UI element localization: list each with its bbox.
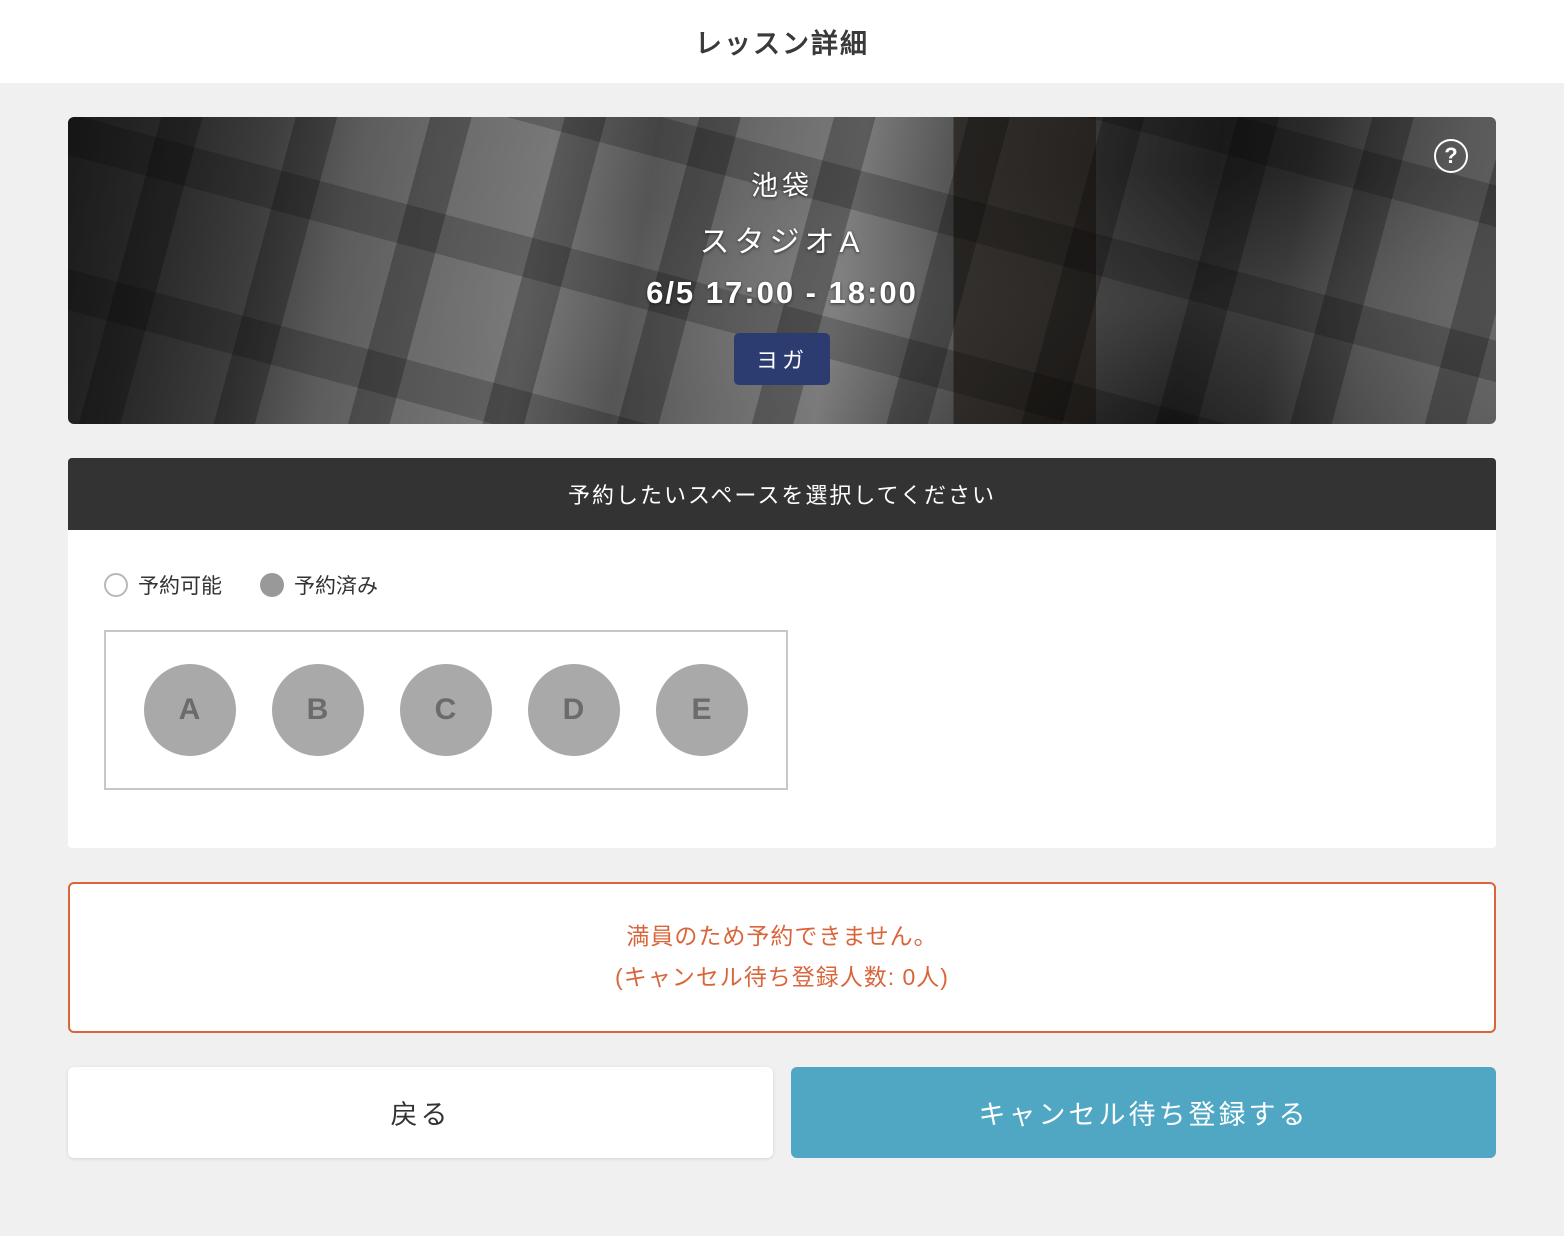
instruction-bar: 予約したいスペースを選択してください xyxy=(68,458,1496,530)
action-buttons: 戻る キャンセル待ち登録する xyxy=(68,1067,1496,1158)
main-container: ? 池袋 スタジオA 6/5 17:00 - 18:00 ヨガ 予約したいスペー… xyxy=(0,83,1564,1198)
space-slot[interactable]: E xyxy=(656,664,748,756)
space-slot[interactable]: D xyxy=(528,664,620,756)
back-button[interactable]: 戻る xyxy=(68,1067,773,1158)
warning-line-1: 満員のため予約できません。 xyxy=(90,916,1474,957)
lesson-category-tag: ヨガ xyxy=(734,333,830,385)
page-title: レッスン詳細 xyxy=(0,22,1564,61)
lesson-datetime: 6/5 17:00 - 18:00 xyxy=(646,275,918,311)
legend: 予約可能 予約済み xyxy=(104,570,1460,600)
space-slot[interactable]: B xyxy=(272,664,364,756)
lesson-location: 池袋 xyxy=(751,164,813,203)
space-selection-panel: 予約可能 予約済み A B C D E xyxy=(68,530,1496,848)
legend-reserved-label: 予約済み xyxy=(294,570,378,600)
legend-available-label: 予約可能 xyxy=(138,570,222,600)
space-grid: A B C D E xyxy=(104,630,788,790)
help-icon[interactable]: ? xyxy=(1434,139,1468,173)
lesson-studio: スタジオA xyxy=(699,217,864,261)
space-slot[interactable]: C xyxy=(400,664,492,756)
page-header: レッスン詳細 xyxy=(0,0,1564,83)
warning-line-2: (キャンセル待ち登録人数: 0人) xyxy=(90,957,1474,998)
lesson-hero: ? 池袋 スタジオA 6/5 17:00 - 18:00 ヨガ xyxy=(68,117,1496,424)
space-slot[interactable]: A xyxy=(144,664,236,756)
legend-available-icon xyxy=(104,573,128,597)
full-warning-box: 満員のため予約できません。 (キャンセル待ち登録人数: 0人) xyxy=(68,882,1496,1033)
waitlist-register-button[interactable]: キャンセル待ち登録する xyxy=(791,1067,1496,1158)
legend-reserved-icon xyxy=(260,573,284,597)
